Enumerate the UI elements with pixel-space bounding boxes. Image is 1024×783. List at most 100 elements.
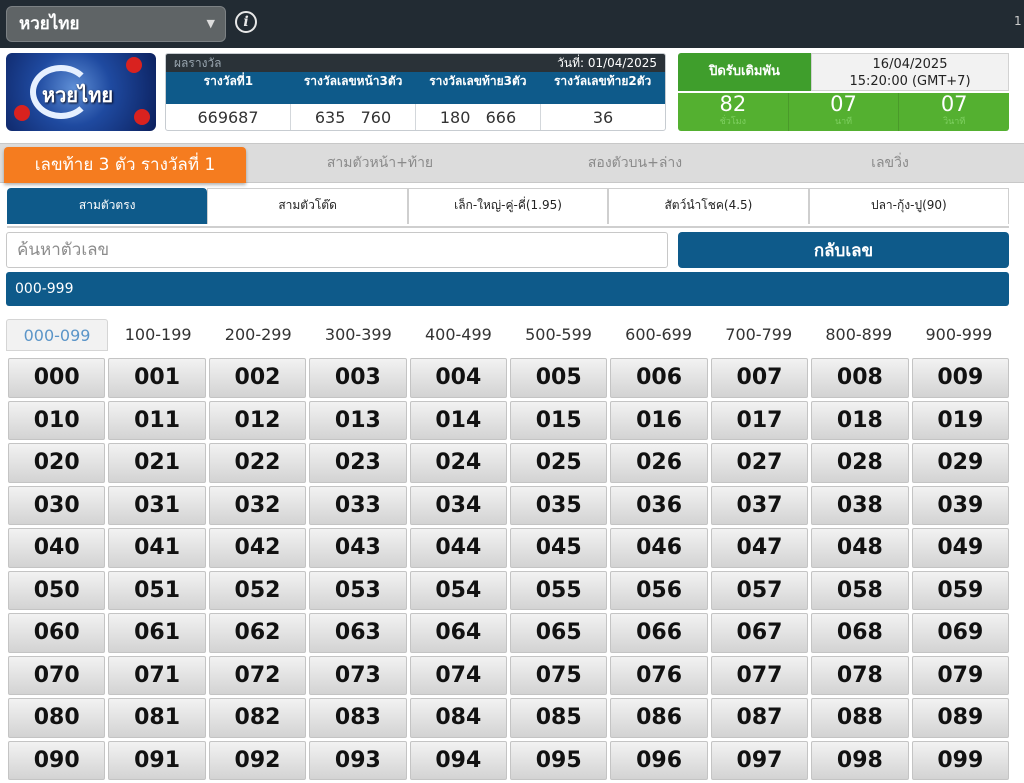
number-button[interactable]: 053 xyxy=(309,570,407,610)
number-button[interactable]: 006 xyxy=(610,358,708,398)
range-tab-000-099[interactable]: 000-099 xyxy=(6,319,109,351)
number-button[interactable]: 027 xyxy=(710,443,809,483)
number-button[interactable]: 055 xyxy=(510,570,608,610)
number-button[interactable]: 025 xyxy=(510,443,608,483)
number-button[interactable]: 068 xyxy=(811,613,909,653)
range-tab-800-899[interactable]: 800-899 xyxy=(809,319,909,351)
number-button[interactable]: 032 xyxy=(208,485,307,525)
number-button[interactable]: 001 xyxy=(108,358,206,398)
number-button[interactable]: 067 xyxy=(710,613,809,653)
number-button[interactable]: 078 xyxy=(811,655,909,695)
number-button[interactable]: 017 xyxy=(710,400,809,440)
number-button[interactable]: 030 xyxy=(8,485,106,525)
tab-three-tote[interactable]: สามตัวโต๊ด xyxy=(207,188,408,224)
number-button[interactable]: 062 xyxy=(208,613,307,653)
tab-running-number[interactable]: เลขวิ่ง xyxy=(765,144,1015,182)
range-tab-600-699[interactable]: 600-699 xyxy=(609,319,709,351)
number-button[interactable]: 066 xyxy=(610,613,708,653)
number-button[interactable]: 011 xyxy=(108,400,206,440)
number-button[interactable]: 056 xyxy=(610,570,708,610)
number-button[interactable]: 005 xyxy=(510,358,608,398)
number-button[interactable]: 060 xyxy=(8,613,106,653)
number-button[interactable]: 057 xyxy=(710,570,809,610)
tab-small-big-even-odd[interactable]: เล็ก-ใหญ่-คู่-คี่(1.95) xyxy=(407,188,609,224)
number-button[interactable]: 089 xyxy=(911,698,1009,738)
number-button[interactable]: 096 xyxy=(610,740,708,780)
number-button[interactable]: 034 xyxy=(409,485,507,525)
number-button[interactable]: 061 xyxy=(108,613,206,653)
number-button[interactable]: 058 xyxy=(811,570,909,610)
number-button[interactable]: 029 xyxy=(911,443,1009,483)
number-button[interactable]: 051 xyxy=(108,570,206,610)
number-button[interactable]: 048 xyxy=(811,528,909,568)
number-button[interactable]: 009 xyxy=(911,358,1009,398)
number-button[interactable]: 036 xyxy=(610,485,708,525)
number-button[interactable]: 054 xyxy=(409,570,507,610)
tab-two-digit-top-bottom[interactable]: สองตัวบน+ล่าง xyxy=(505,144,765,182)
number-button[interactable]: 095 xyxy=(510,740,608,780)
number-button[interactable]: 086 xyxy=(610,698,708,738)
number-button[interactable]: 045 xyxy=(510,528,608,568)
tab-lucky-animal[interactable]: สัตว์นำโชค(4.5) xyxy=(608,188,809,224)
number-button[interactable]: 099 xyxy=(911,740,1009,780)
range-tab-100-199[interactable]: 100-199 xyxy=(108,319,208,351)
number-button[interactable]: 083 xyxy=(309,698,407,738)
number-button[interactable]: 041 xyxy=(108,528,206,568)
number-button[interactable]: 042 xyxy=(208,528,307,568)
number-button[interactable]: 023 xyxy=(309,443,407,483)
number-button[interactable]: 049 xyxy=(911,528,1009,568)
number-button[interactable]: 020 xyxy=(8,443,106,483)
number-search-input[interactable] xyxy=(6,232,668,268)
number-button[interactable]: 080 xyxy=(8,698,106,738)
tab-three-straight[interactable]: สามตัวตรง xyxy=(7,188,208,224)
number-button[interactable]: 077 xyxy=(710,655,809,695)
number-button[interactable]: 064 xyxy=(409,613,507,653)
number-button[interactable]: 088 xyxy=(811,698,909,738)
number-button[interactable]: 070 xyxy=(8,655,106,695)
number-button[interactable]: 059 xyxy=(911,570,1009,610)
number-button[interactable]: 022 xyxy=(208,443,307,483)
number-button[interactable]: 035 xyxy=(510,485,608,525)
number-button[interactable]: 082 xyxy=(208,698,307,738)
tab-fish-shrimp-crab[interactable]: ปลา-กุ้ง-ปู(90) xyxy=(808,188,1010,224)
number-button[interactable]: 084 xyxy=(409,698,507,738)
range-tab-500-599[interactable]: 500-599 xyxy=(508,319,608,351)
number-button[interactable]: 016 xyxy=(610,400,708,440)
number-button[interactable]: 021 xyxy=(108,443,206,483)
number-button[interactable]: 091 xyxy=(108,740,206,780)
number-button[interactable]: 063 xyxy=(309,613,407,653)
lottery-select[interactable]: หวยไทย ▼ xyxy=(6,6,226,42)
range-tab-700-799[interactable]: 700-799 xyxy=(709,319,809,351)
range-tab-300-399[interactable]: 300-399 xyxy=(308,319,408,351)
number-button[interactable]: 000 xyxy=(8,358,106,398)
number-button[interactable]: 079 xyxy=(911,655,1009,695)
number-button[interactable]: 028 xyxy=(811,443,909,483)
tab-three-digit-last-first-prize[interactable]: เลขท้าย 3 ตัว รางวัลที่ 1 xyxy=(4,147,246,183)
number-button[interactable]: 092 xyxy=(208,740,307,780)
info-icon[interactable]: i xyxy=(235,11,257,33)
number-button[interactable]: 014 xyxy=(409,400,507,440)
number-button[interactable]: 033 xyxy=(309,485,407,525)
number-button[interactable]: 076 xyxy=(610,655,708,695)
number-button[interactable]: 098 xyxy=(811,740,909,780)
number-button[interactable]: 046 xyxy=(610,528,708,568)
number-button[interactable]: 039 xyxy=(911,485,1009,525)
number-button[interactable]: 069 xyxy=(911,613,1009,653)
number-button[interactable]: 019 xyxy=(911,400,1009,440)
number-button[interactable]: 097 xyxy=(710,740,809,780)
number-button[interactable]: 085 xyxy=(510,698,608,738)
number-button[interactable]: 087 xyxy=(710,698,809,738)
tab-three-digit-front-back[interactable]: สามตัวหน้า+ท้าย xyxy=(255,144,505,182)
number-button[interactable]: 043 xyxy=(309,528,407,568)
number-button[interactable]: 072 xyxy=(208,655,307,695)
number-button[interactable]: 093 xyxy=(309,740,407,780)
number-button[interactable]: 004 xyxy=(409,358,507,398)
number-button[interactable]: 003 xyxy=(309,358,407,398)
number-button[interactable]: 013 xyxy=(309,400,407,440)
number-button[interactable]: 090 xyxy=(8,740,106,780)
number-button[interactable]: 081 xyxy=(108,698,206,738)
number-button[interactable]: 071 xyxy=(108,655,206,695)
flip-number-button[interactable]: กลับเลข xyxy=(678,232,1009,268)
number-button[interactable]: 012 xyxy=(208,400,307,440)
range-tab-200-299[interactable]: 200-299 xyxy=(208,319,308,351)
